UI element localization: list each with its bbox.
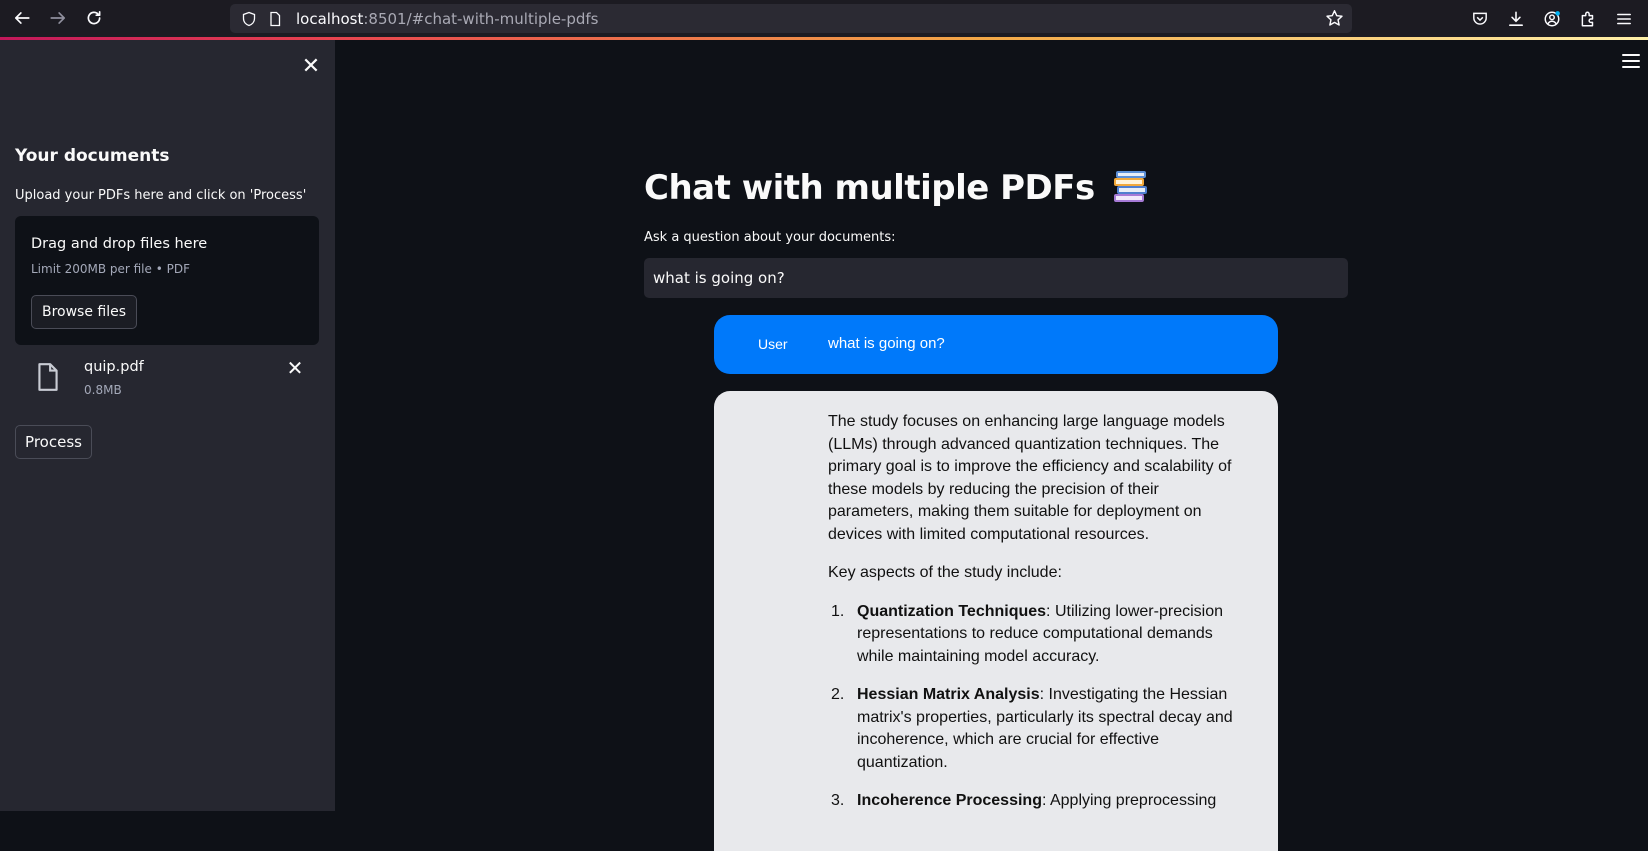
- page-title: Chat with multiple PDFs: [644, 168, 1148, 208]
- shield-icon[interactable]: [240, 10, 258, 28]
- bookmark-star-icon[interactable]: [1325, 9, 1344, 28]
- page-info-icon[interactable]: [266, 10, 284, 28]
- list-term: Hessian Matrix Analysis: [857, 686, 1040, 703]
- user-message-bubble: User what is going on?: [714, 315, 1278, 374]
- app-menu-icon[interactable]: [1606, 1, 1642, 37]
- bot-message: The study focuses on enhancing large lan…: [828, 411, 1240, 829]
- page-title-text: Chat with multiple PDFs: [644, 168, 1095, 208]
- bot-list: 1. Quantization Techniques: Utilizing low…: [828, 601, 1240, 813]
- list-term: Quantization Techniques: [857, 602, 1047, 620]
- file-dropzone[interactable]: Drag and drop files here Limit 200MB per…: [15, 216, 319, 345]
- file-icon: [35, 362, 61, 392]
- sidebar-subtitle: Upload your PDFs here and click on 'Proc…: [15, 188, 307, 203]
- list-number: 2.: [831, 686, 845, 703]
- account-icon[interactable]: [1534, 1, 1570, 37]
- main-content: Chat with multiple PDFs Ask a question a…: [335, 40, 1648, 851]
- url-bar[interactable]: localhost:8501/#chat-with-multiple-pdfs: [230, 4, 1352, 33]
- sidebar: ✕ Your documents Upload your PDFs here a…: [0, 40, 335, 811]
- forward-icon[interactable]: [40, 0, 76, 36]
- url-path: :8501/#chat-with-multiple-pdfs: [363, 9, 599, 28]
- back-icon[interactable]: [4, 0, 40, 36]
- url-host: localhost: [296, 9, 364, 28]
- list-number: 1.: [831, 602, 845, 620]
- uploaded-file-row: quip.pdf 0.8MB ✕: [15, 356, 319, 406]
- question-label: Ask a question about your documents:: [644, 230, 896, 245]
- list-text: : Applying preprocessing: [1041, 792, 1217, 809]
- pocket-icon[interactable]: [1462, 1, 1498, 37]
- file-size: 0.8MB: [84, 383, 122, 397]
- list-item: 2. Hessian Matrix Analysis: Investigating…: [828, 684, 1240, 774]
- list-term: Incoherence Processing: [857, 792, 1042, 809]
- user-message: what is going on?: [828, 335, 945, 352]
- browse-files-button[interactable]: Browse files: [31, 295, 137, 329]
- main-menu-icon[interactable]: [1622, 54, 1640, 68]
- sidebar-close-icon[interactable]: ✕: [300, 55, 322, 77]
- dropzone-title: Drag and drop files here: [31, 236, 208, 252]
- books-icon: [1112, 169, 1148, 203]
- sidebar-heading: Your documents: [15, 146, 170, 166]
- process-button[interactable]: Process: [15, 425, 92, 459]
- remove-file-icon[interactable]: ✕: [285, 356, 305, 380]
- download-icon[interactable]: [1498, 1, 1534, 37]
- question-input[interactable]: [644, 258, 1348, 298]
- dropzone-limit: Limit 200MB per file • PDF: [31, 262, 190, 276]
- list-item: 3. Incoherence Processing: Applying prepr…: [828, 790, 1240, 813]
- bot-paragraph: The study focuses on enhancing large lan…: [828, 413, 1232, 543]
- url-text[interactable]: localhost:8501/#chat-with-multiple-pdfs: [296, 10, 598, 28]
- bot-message-bubble: The study focuses on enhancing large lan…: [714, 391, 1278, 851]
- extensions-icon[interactable]: [1570, 1, 1606, 37]
- bot-paragraph: Key aspects of the study include:: [828, 564, 1062, 581]
- list-item: 1. Quantization Techniques: Utilizing low…: [828, 601, 1240, 669]
- user-label: User: [758, 336, 788, 352]
- list-number: 3.: [831, 792, 845, 809]
- reload-icon[interactable]: [76, 0, 112, 36]
- browser-toolbar: localhost:8501/#chat-with-multiple-pdfs: [0, 0, 1648, 37]
- file-name: quip.pdf: [84, 359, 144, 375]
